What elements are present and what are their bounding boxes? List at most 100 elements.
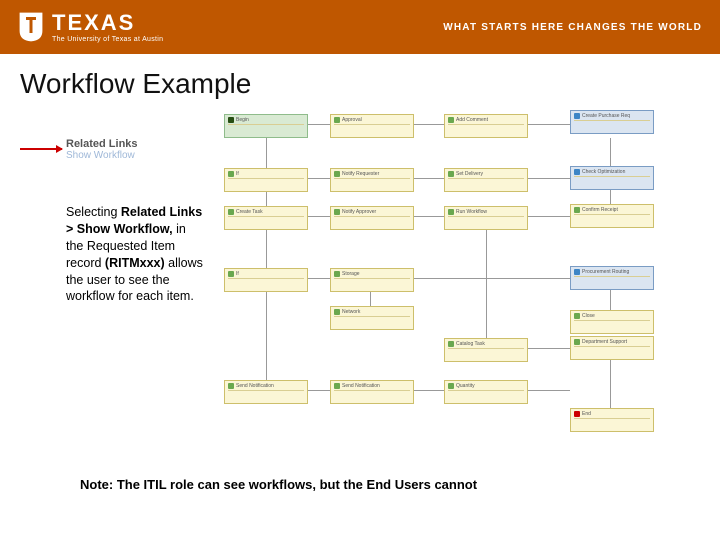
wf-connector [528, 348, 570, 349]
wf-catalog: Catalog Task [444, 338, 528, 362]
wf-notify-2: Notify Approver [330, 206, 414, 230]
wf-dept: Department Support [570, 336, 654, 360]
shield-icon [18, 11, 44, 43]
node-label: Quantity [456, 383, 475, 389]
node-icon [448, 171, 454, 177]
wf-connector [528, 390, 570, 391]
node-icon [574, 113, 580, 119]
node-label: Confirm Receipt [582, 207, 618, 213]
wf-if-1: If [224, 168, 308, 192]
wf-connector [308, 124, 330, 125]
wf-network: Network [330, 306, 414, 330]
wf-qty: Quantity [444, 380, 528, 404]
wf-connector [266, 230, 267, 268]
tagline: WHAT STARTS HERE CHANGES THE WORLD [443, 22, 702, 33]
wf-begin: Begin [224, 114, 308, 138]
node-label: Notify Approver [342, 209, 376, 215]
wf-connector [308, 178, 330, 179]
node-icon [228, 383, 234, 389]
node-icon [574, 339, 580, 345]
node-label: Network [342, 309, 360, 315]
node-icon [574, 269, 580, 275]
node-icon [574, 313, 580, 319]
body-bold-2: (RITMxxx) [105, 256, 165, 270]
node-icon [448, 341, 454, 347]
node-icon [334, 383, 340, 389]
wf-close: Close [570, 310, 654, 334]
node-icon [228, 271, 234, 277]
node-icon [228, 209, 234, 215]
wf-connector [414, 124, 444, 125]
node-label: Close [582, 313, 595, 319]
node-icon [334, 117, 340, 123]
wf-connector [610, 290, 611, 310]
wf-connector [528, 178, 570, 179]
node-label: If [236, 271, 239, 277]
body-text: Selecting Related Links > Show Workflow,… [66, 204, 206, 305]
node-icon [334, 309, 340, 315]
wf-connector [414, 178, 444, 179]
node-icon [334, 209, 340, 215]
workflow-diagram: Begin Approval Add Comment Create Purchase … [220, 108, 700, 438]
node-label: Create Purchase Req [582, 113, 630, 119]
wf-connector [528, 216, 570, 217]
wf-connector [308, 390, 330, 391]
wf-comment: Add Comment [444, 114, 528, 138]
arrow-icon [20, 148, 62, 150]
node-icon [448, 383, 454, 389]
wf-if-2: If [224, 268, 308, 292]
content-area: Related Links Show Workflow Selecting Re… [0, 108, 720, 488]
wf-storage: Storage [330, 268, 414, 292]
wf-receipt: Confirm Receipt [570, 204, 654, 228]
brand-header: TEXAS The University of Texas at Austin … [0, 0, 720, 54]
node-icon [448, 209, 454, 215]
show-workflow-link[interactable]: Show Workflow [66, 150, 138, 161]
wf-connector [308, 216, 330, 217]
body-pre: Selecting [66, 205, 121, 219]
related-links-box: Related Links Show Workflow [66, 138, 138, 161]
logo-text: TEXAS [52, 12, 163, 34]
node-icon [574, 169, 580, 175]
page-title: Workflow Example [0, 54, 720, 108]
node-label: If [236, 171, 239, 177]
node-label: Begin [236, 117, 249, 123]
node-label: Approval [342, 117, 362, 123]
footer-note: Note: The ITIL role can see workflows, b… [80, 477, 477, 492]
wf-notify-1: Notify Requester [330, 168, 414, 192]
wf-proc: Procurement Routing [570, 266, 654, 290]
node-label: Procurement Routing [582, 269, 629, 275]
node-label: Run Workflow [456, 209, 487, 215]
node-label: Send Notification [342, 383, 380, 389]
wf-run: Run Workflow [444, 206, 528, 230]
wf-connector [610, 360, 611, 408]
wf-connector [266, 192, 267, 206]
wf-connector [414, 278, 570, 279]
node-icon [334, 171, 340, 177]
node-label: Add Comment [456, 117, 488, 123]
node-label: Storage [342, 271, 360, 277]
wf-approval: Approval [330, 114, 414, 138]
node-icon [574, 207, 580, 213]
related-heading: Related Links [66, 138, 138, 150]
wf-delivery: Set Delivery [444, 168, 528, 192]
node-label: End [582, 411, 591, 417]
wf-send-1: Send Notification [224, 380, 308, 404]
node-icon [228, 171, 234, 177]
wf-connector [414, 216, 444, 217]
wf-connector [308, 278, 330, 279]
wf-purchase: Create Purchase Req [570, 110, 654, 134]
wf-check: Check Optimization [570, 166, 654, 190]
wf-connector [414, 390, 444, 391]
wf-connector [610, 190, 611, 204]
wf-connector [486, 230, 487, 338]
node-icon [228, 117, 234, 123]
node-icon [448, 117, 454, 123]
wf-end: End [570, 408, 654, 432]
node-label: Send Notification [236, 383, 274, 389]
node-icon [334, 271, 340, 277]
logo-subtitle: The University of Texas at Austin [52, 36, 163, 43]
node-label: Create Task [236, 209, 263, 215]
wf-task-1: Create Task [224, 206, 308, 230]
wf-connector [370, 292, 371, 306]
node-label: Notify Requester [342, 171, 379, 177]
